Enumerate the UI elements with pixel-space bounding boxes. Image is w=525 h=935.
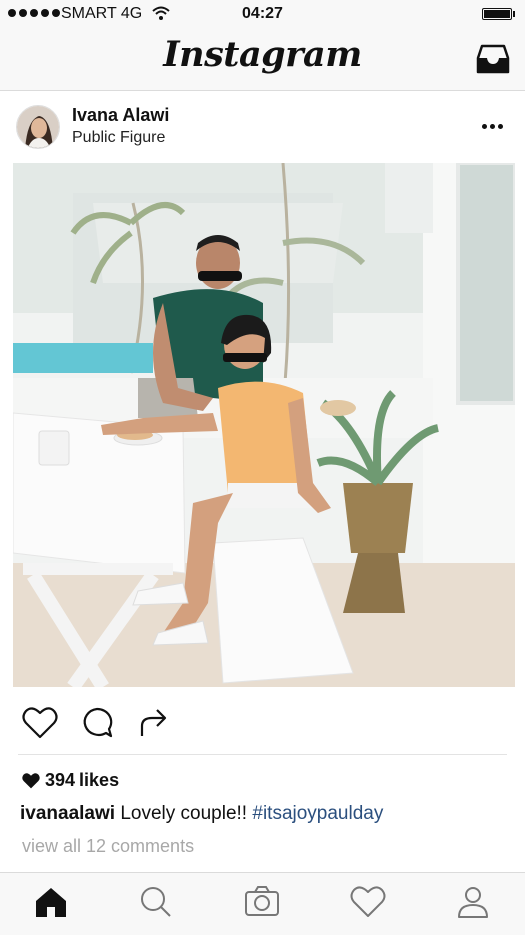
post-subtitle: Public Figure [72, 129, 166, 146]
caption-hashtag[interactable]: #itsajoypaulday [252, 803, 383, 824]
tab-bar [0, 872, 525, 935]
view-comments-link[interactable]: view all 12 comments [22, 836, 194, 857]
status-bar: SMART 4G 04:27 [0, 0, 525, 28]
likes-number: 394 [45, 770, 76, 790]
caption: ivanaalawi Lovely couple!! #itsajoypauld… [20, 803, 383, 825]
likes-count[interactable]: 394 likes [21, 770, 119, 791]
battery-icon [482, 8, 512, 20]
heart-outline-icon[interactable] [22, 706, 58, 740]
likes-label: likes [79, 770, 120, 790]
profile-icon[interactable] [456, 885, 490, 919]
post-header: Ivana Alawi Public Figure [0, 91, 525, 161]
comment-bubble-icon[interactable] [80, 706, 114, 740]
more-horizontal-icon[interactable] [482, 124, 503, 129]
instagram-logo: Instagram [163, 34, 362, 75]
app-header: Instagram [0, 28, 525, 91]
home-icon[interactable] [34, 885, 68, 919]
share-arrow-icon[interactable] [138, 706, 170, 740]
post-photo[interactable] [13, 163, 515, 687]
post-actions [0, 700, 525, 750]
search-icon[interactable] [139, 885, 173, 919]
post-username[interactable]: Ivana Alawi [72, 105, 169, 126]
heart-filled-icon [22, 772, 40, 788]
caption-text: Lovely couple!! [120, 803, 248, 824]
caption-username[interactable]: ivanaalawi [20, 803, 115, 824]
battery-tip [513, 11, 515, 17]
status-time: 04:27 [242, 5, 283, 22]
inbox-tray-icon[interactable] [476, 44, 510, 74]
activity-heart-icon[interactable] [350, 885, 386, 919]
camera-icon[interactable] [244, 885, 280, 919]
avatar[interactable] [16, 105, 60, 149]
divider [18, 754, 507, 755]
